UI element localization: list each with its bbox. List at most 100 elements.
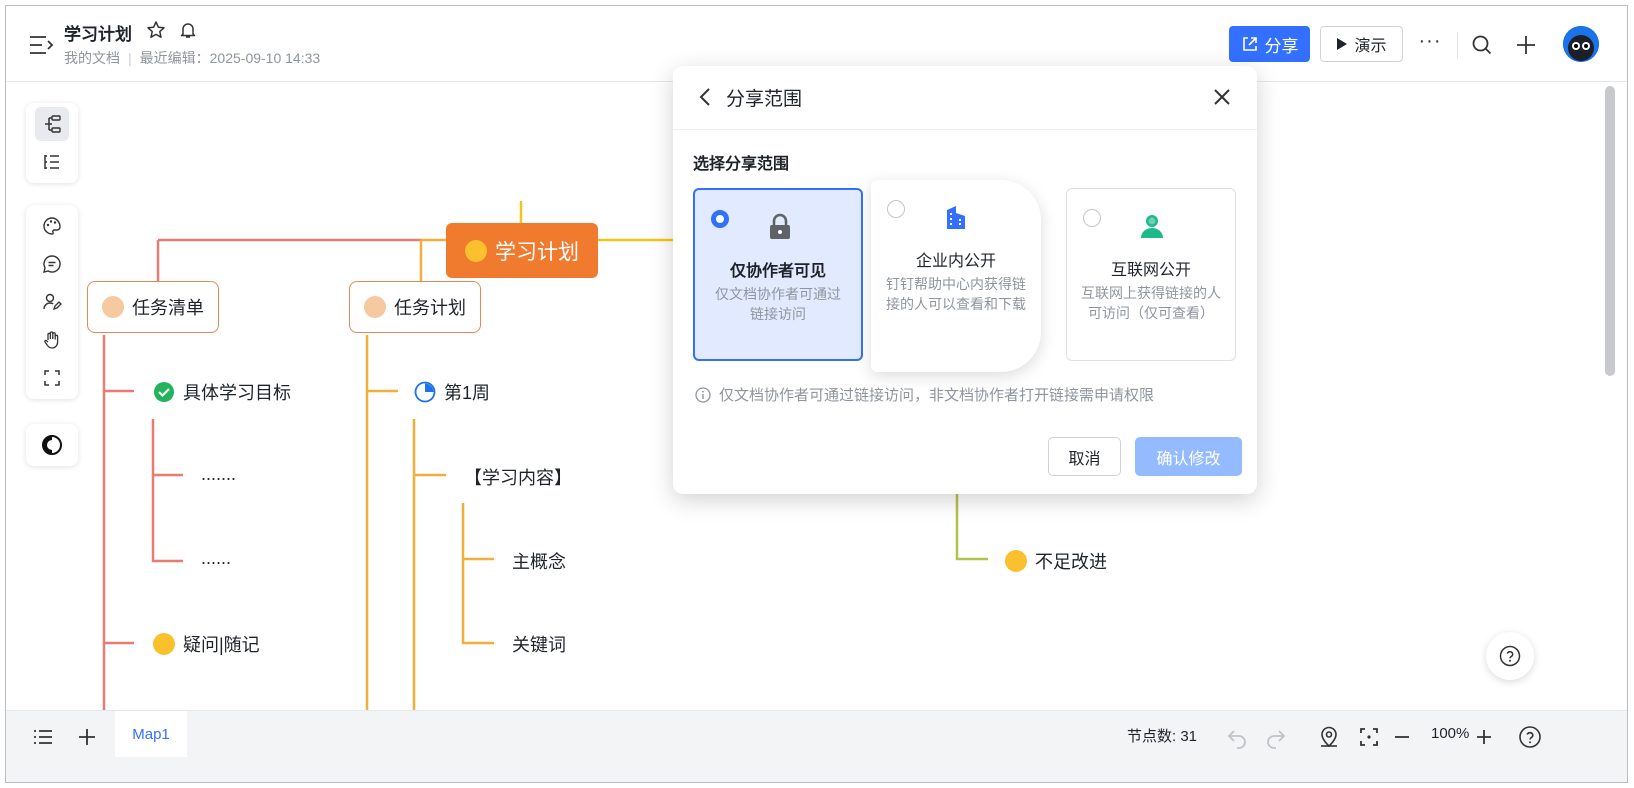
radio-selected[interactable]: [711, 210, 729, 228]
bottom-bar: Map1 节点数: 31 100%: [6, 710, 1627, 782]
dialog-header: 分享范围: [673, 66, 1257, 130]
dialog-subtitle: 选择分享范围: [693, 156, 790, 173]
theme-button[interactable]: [35, 209, 69, 243]
check-circle-icon: [154, 382, 174, 402]
user-edit-icon: [43, 293, 62, 311]
node-notes-label: 疑问|随记: [183, 635, 260, 655]
root-node[interactable]: 学习计划: [446, 223, 598, 278]
people-icon: [1141, 215, 1163, 238]
progress-pie-icon: [414, 381, 436, 403]
view-toolbar: [26, 103, 78, 183]
bell-icon[interactable]: [178, 20, 198, 40]
locate-icon[interactable]: [1317, 725, 1341, 749]
node-content-label: 【学习内容】: [464, 468, 572, 488]
fit-view-icon[interactable]: [1357, 725, 1381, 749]
play-icon: [1337, 38, 1348, 50]
collaborator-button[interactable]: [35, 285, 69, 319]
vertical-scrollbar[interactable]: [1605, 86, 1615, 376]
option-collaborators-only[interactable]: 仅协作者可见 仅文档协作者可通过链接访问: [693, 188, 863, 361]
option-title: 仅协作者可见: [729, 263, 826, 280]
node-goals-label: 具体学习目标: [183, 383, 291, 403]
node-placeholder-1[interactable]: .......: [201, 464, 236, 485]
zoom-in-icon[interactable]: [1472, 725, 1496, 749]
option-internet-public[interactable]: 互联网公开 互联网上获得链接的人可访问（仅可查看）: [1066, 188, 1236, 361]
fit-screen-button[interactable]: [35, 361, 69, 395]
dialog-title: 分享范围: [726, 89, 803, 110]
node-placeholder-1-label: .......: [201, 464, 237, 484]
sweat-smile-emoji-icon: [1005, 550, 1027, 572]
cancel-button[interactable]: 取消: [1048, 437, 1121, 476]
thinking-emoji-icon: [153, 633, 175, 655]
node-goals[interactable]: 具体学习目标: [153, 379, 291, 405]
help-icon[interactable]: [1518, 725, 1542, 749]
doc-meta: 我的文档 | 最近编辑：2025-09-10 14:33: [64, 50, 321, 66]
node-task-list-label: 任务清单: [132, 298, 204, 318]
list-icon[interactable]: [31, 725, 55, 749]
help-fab-button[interactable]: [1486, 632, 1534, 680]
option-title: 企业内公开: [915, 253, 996, 270]
study-emoji-icon: [465, 239, 487, 262]
dark-mode-button[interactable]: [35, 428, 69, 462]
add-sheet-icon[interactable]: [75, 725, 99, 749]
option-desc: 互联网上获得链接的人可访问（仅可查看）: [1081, 285, 1221, 321]
palette-icon: [43, 217, 61, 235]
tools-toolbar: [26, 205, 78, 399]
node-task-plan-label: 任务计划: [394, 298, 466, 318]
share-scope-dialog: 分享范围 选择分享范围 仅协作者可见 仅文档协作者可通过链接访问 企业内公开 钉…: [673, 66, 1257, 494]
confirm-button[interactable]: 确认修改: [1135, 437, 1242, 476]
search-icon[interactable]: [1470, 33, 1494, 57]
node-placeholder-2-label: ......: [201, 548, 232, 568]
last-edited: 最近编辑：2025-09-10 14:33: [139, 50, 321, 66]
mindmap-view-button[interactable]: [35, 107, 69, 141]
doc-title[interactable]: 学习计划: [64, 20, 132, 45]
node-improve[interactable]: 不足改进: [1005, 548, 1107, 574]
outline-view-button[interactable]: [35, 145, 69, 179]
option-desc: 钉钉帮助中心内获得链接的人可以查看和下载: [886, 276, 1026, 312]
node-keywords[interactable]: 关键词: [512, 631, 566, 657]
node-main-concept-label: 主概念: [512, 552, 566, 572]
node-main-concept[interactable]: 主概念: [512, 548, 566, 574]
option-desc: 仅文档协作者可通过链接访问: [715, 286, 841, 322]
back-icon[interactable]: [695, 86, 717, 108]
undo-icon[interactable]: [1225, 725, 1249, 749]
tab-map1[interactable]: Map1: [115, 711, 187, 757]
close-icon[interactable]: [1211, 86, 1233, 108]
present-button[interactable]: 演示: [1320, 26, 1403, 62]
more-icon[interactable]: ···: [1417, 31, 1443, 56]
node-improve-label: 不足改进: [1035, 552, 1107, 572]
doc-location[interactable]: 我的文档: [64, 50, 120, 66]
radio-unselected[interactable]: [887, 200, 905, 218]
clap-emoji-icon: [364, 296, 386, 318]
redo-icon[interactable]: [1264, 725, 1288, 749]
contrast-icon: [42, 435, 62, 455]
zoom-level[interactable]: 100%: [1431, 725, 1469, 742]
add-icon[interactable]: [1514, 33, 1538, 57]
avatar[interactable]: [1563, 26, 1599, 62]
node-week1[interactable]: 第1周: [414, 379, 490, 405]
node-count: 节点数: 31: [1127, 728, 1198, 745]
lock-icon: [770, 213, 790, 239]
app-window: 学习计划 我的文档 | 最近编辑：2025-09-10 14:33 分享 演示 ··…: [5, 5, 1628, 783]
node-task-plan[interactable]: 任务计划: [349, 281, 481, 333]
node-placeholder-2[interactable]: ......: [201, 548, 231, 569]
zoom-out-icon[interactable]: [1390, 725, 1414, 749]
theme-toggle-toolbar: [26, 424, 78, 466]
star-icon[interactable]: [146, 20, 166, 40]
root-node-label: 学习计划: [495, 240, 579, 264]
node-week1-label: 第1周: [444, 383, 491, 403]
node-content[interactable]: 【学习内容】: [464, 464, 572, 490]
hand-tool-button[interactable]: [35, 323, 69, 357]
info-icon: [695, 386, 711, 403]
option-enterprise-public[interactable]: 企业内公开 钉钉帮助中心内获得链接的人可以查看和下载: [871, 180, 1041, 372]
comment-button[interactable]: [35, 247, 69, 281]
present-label: 演示: [1354, 38, 1387, 55]
node-notes[interactable]: 疑问|随记: [153, 631, 260, 657]
radio-unselected[interactable]: [1083, 209, 1101, 227]
avatar-image: [1563, 26, 1599, 62]
option-title: 互联网公开: [1110, 262, 1191, 279]
share-icon: [1242, 37, 1257, 51]
outline-toggle-icon[interactable]: [28, 34, 54, 56]
share-button[interactable]: 分享: [1229, 26, 1310, 62]
node-task-list[interactable]: 任务清单: [87, 281, 219, 333]
dialog-hint-text: 仅文档协作者可通过链接访问，非文档协作者打开链接需申请权限: [719, 387, 1155, 404]
